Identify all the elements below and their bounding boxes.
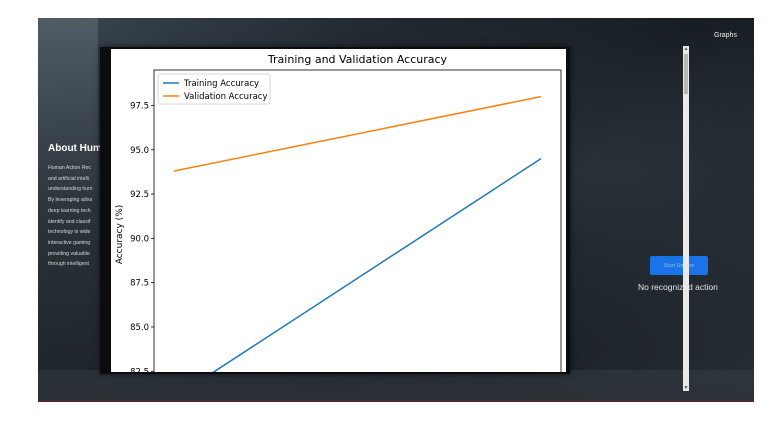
legend-label: Validation Accuracy — [184, 92, 267, 102]
y-tick-label: 87.5 — [130, 279, 149, 289]
graphs-nav-link[interactable]: Graphs — [714, 32, 737, 39]
y-axis-label: Accuracy (%) — [115, 205, 125, 265]
scroll-down-arrow-icon[interactable]: ▼ — [683, 385, 689, 391]
y-tick-label: 97.5 — [130, 101, 149, 111]
y-tick-label: 82.5 — [130, 367, 149, 372]
modal-scrollbar[interactable]: ▲ ▼ — [683, 46, 689, 391]
y-tick-label: 90.0 — [130, 234, 149, 244]
page-bottom-border — [38, 400, 754, 402]
scrollbar-thumb[interactable] — [684, 54, 688, 94]
accuracy-chart-image: Training and Validation Accuracy 82.5 85.0… — [111, 49, 566, 372]
accuracy-chart: Training and Validation Accuracy 82.5 85.0… — [115, 53, 562, 372]
series-line-validation — [173, 95, 542, 172]
start-stream-button[interactable]: Start Stream — [650, 256, 708, 275]
series-line-training — [212, 157, 542, 372]
y-tick-label: 95.0 — [130, 146, 149, 156]
background-floor — [38, 370, 754, 402]
y-tick-label: 85.0 — [130, 323, 149, 333]
legend-label: Training Accuracy — [183, 79, 259, 89]
scroll-up-arrow-icon[interactable]: ▲ — [683, 46, 689, 52]
plot-frame — [153, 69, 562, 372]
recognition-status: No recognized action — [638, 282, 718, 292]
y-tick-label: 92.5 — [130, 190, 149, 200]
chart-title: Training and Validation Accuracy — [267, 53, 448, 66]
graph-modal: Training and Validation Accuracy 82.5 85.0… — [100, 47, 570, 374]
